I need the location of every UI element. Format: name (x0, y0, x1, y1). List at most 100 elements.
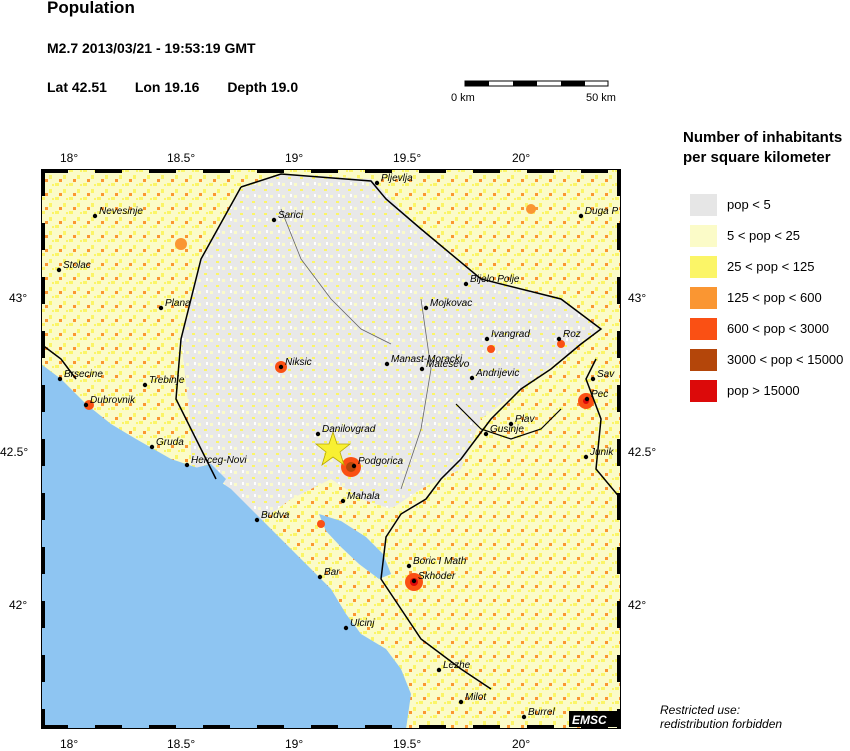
city-label: Lezhe (443, 660, 471, 671)
city-dot (271, 217, 277, 223)
legend-swatch (690, 256, 717, 278)
legend-label: pop < 5 (727, 197, 771, 212)
city-dot (142, 382, 148, 388)
city-label: Sarici (278, 210, 304, 221)
scale-right-label: 50 km (586, 92, 616, 104)
city-dot (484, 336, 490, 342)
legend-item: 5 < pop < 25 (690, 225, 843, 256)
city-label: Gusinje (490, 424, 524, 435)
page-title: Population (47, 0, 135, 17)
legend-title-line2: per square kilometer (683, 149, 831, 166)
city-label: Roz (563, 329, 581, 340)
city-dot (343, 625, 349, 631)
city-label: Ulcinj (350, 618, 375, 629)
population-map: EMSC Pljevlja Sarici Nevesinje Duga P Stolac… (41, 169, 621, 729)
usage-note: Restricted use: redistribution forbidden (660, 703, 782, 731)
city-dot (158, 305, 164, 311)
city-label: Duga P (585, 206, 619, 217)
city-dot (149, 444, 155, 450)
note-line2: redistribution forbidden (660, 717, 783, 731)
legend-item: 25 < pop < 125 (690, 256, 843, 287)
legend-item: pop < 5 (690, 194, 843, 225)
city-label: Plana (165, 298, 191, 309)
city-dot (57, 376, 63, 382)
city-label: Gruda (156, 437, 184, 448)
city-dot (483, 431, 489, 437)
city-dot (83, 402, 89, 408)
city-label: Danilovgrad (322, 424, 376, 435)
city-label: Nevesinje (99, 206, 143, 217)
city-label: Ivangrad (491, 329, 530, 340)
lon-tick-top: 19.5° (393, 151, 422, 165)
city-dot (278, 364, 284, 370)
event-info: M2.7 2013/03/21 - 19:53:19 GMT (47, 40, 256, 56)
legend-label: 25 < pop < 125 (727, 259, 815, 274)
lat-tick-right: 42° (628, 598, 647, 612)
city-dot (578, 213, 584, 219)
legend-swatch (690, 349, 717, 371)
lat-tick-left: 42.5° (0, 445, 29, 459)
city-label: Podgorica (358, 456, 403, 467)
city-label: Trebinje (149, 375, 185, 386)
city-label: Burrel (528, 707, 555, 718)
city-label: Mahala (347, 491, 380, 502)
lon-tick-top: 18.5° (167, 151, 196, 165)
legend-item: 3000 < pop < 15000 (690, 349, 843, 380)
city-dot (436, 667, 442, 673)
legend-swatch (690, 287, 717, 309)
city-dot (92, 213, 98, 219)
city-dot (317, 574, 323, 580)
city-dot (315, 431, 321, 437)
city-dot (56, 267, 62, 273)
city-dot (583, 454, 589, 460)
depth: Depth 19.0 (227, 79, 299, 95)
lon-tick-top: 19° (285, 151, 304, 165)
city-label: Brsecine (64, 369, 103, 380)
city-label: Mojkovac (430, 298, 472, 309)
city-label: Budva (261, 510, 290, 521)
legend-title-line1: Number of inhabitants (683, 129, 843, 146)
city-dot (411, 578, 417, 584)
city-dot (184, 462, 190, 468)
legend-label: 3000 < pop < 15000 (727, 352, 844, 367)
legend-swatch (690, 380, 717, 402)
lon-tick-top: 18° (60, 151, 79, 165)
city-dot (419, 366, 425, 372)
legend-item: 125 < pop < 600 (690, 287, 843, 318)
city-label: Herceg-Novi (191, 455, 247, 466)
note-line1: Restricted use: (660, 703, 741, 717)
city-label: Skhoder (418, 571, 456, 582)
city-dot (469, 375, 475, 381)
lat-tick-right: 42.5° (628, 445, 657, 459)
city-dot (584, 396, 590, 402)
city-dot (351, 463, 357, 469)
legend-swatch (690, 194, 717, 216)
city-label: Bar (324, 567, 340, 578)
lon-tick-top: 20° (512, 151, 531, 165)
city-label: Pljevlja (381, 173, 413, 184)
city-dot (521, 714, 527, 720)
city-label: Boric I Math (413, 556, 467, 567)
legend-label: 600 < pop < 3000 (727, 321, 829, 336)
city-label: Stolac (63, 260, 91, 271)
legend-label: 5 < pop < 25 (727, 228, 801, 243)
city-dot (423, 305, 429, 311)
city-label: Andrijevic (475, 368, 519, 379)
scale-bar (464, 80, 609, 87)
legend-item: 600 < pop < 3000 (690, 318, 843, 349)
city-label: Milot (465, 692, 487, 703)
city-label: Dubrovnik (90, 395, 136, 406)
location-info: Lat 42.51 Lon 19.16 Depth 19.0 (47, 79, 322, 95)
city-label: Matesevo (426, 359, 470, 370)
city-dot (590, 376, 596, 382)
legend-item: pop > 15000 (690, 380, 843, 411)
city-label: Bijelo Polje (470, 274, 520, 285)
lat-tick-left: 43° (9, 291, 28, 305)
legend: pop < 5 5 < pop < 25 25 < pop < 125 125 < p… (690, 194, 843, 411)
city-label: Niksic (285, 357, 312, 368)
city-dot (340, 498, 346, 504)
legend-label: pop > 15000 (727, 383, 800, 398)
city-label: Junik (589, 447, 614, 458)
city-dot (374, 180, 380, 186)
city-label: Pec (591, 389, 608, 400)
